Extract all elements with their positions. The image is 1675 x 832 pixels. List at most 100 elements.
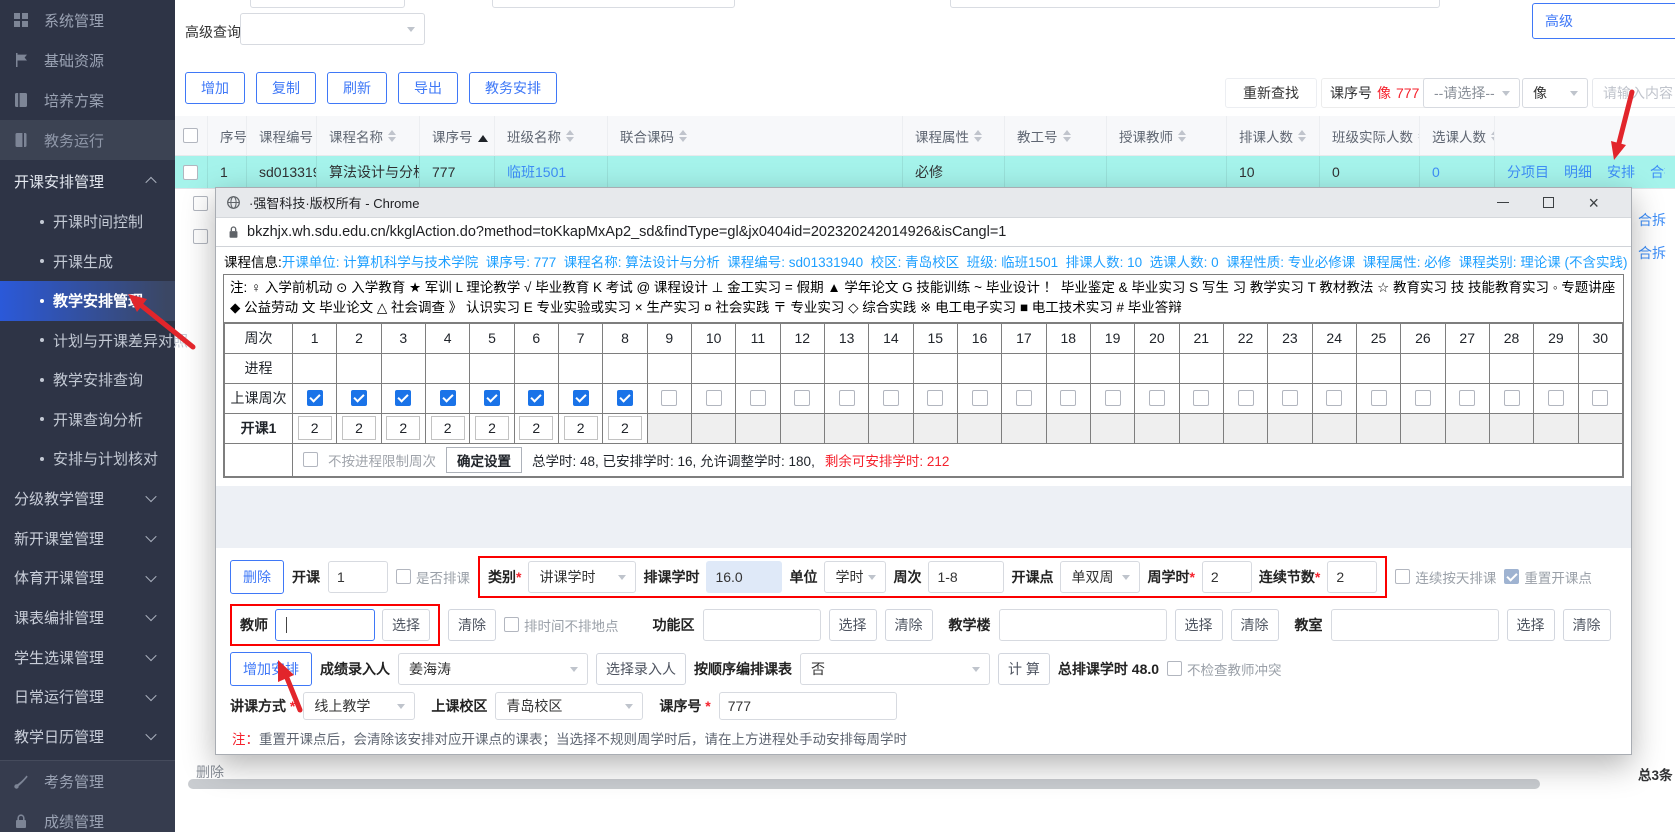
minimize-icon[interactable] xyxy=(1497,202,1509,204)
re-search-button[interactable]: 重新查找 xyxy=(1225,78,1317,108)
sidebar-module[interactable]: 基础资源 xyxy=(0,40,175,80)
week-hours-input[interactable]: 2 xyxy=(298,416,332,440)
sidebar-subitem[interactable]: 教学安排查询 xyxy=(0,360,175,400)
sort-icon[interactable] xyxy=(1063,126,1071,146)
toolbar-button-export[interactable]: 导出 xyxy=(398,72,458,104)
sidebar-group[interactable]: 教学日历管理 xyxy=(0,717,175,757)
week-checkbox[interactable] xyxy=(1149,390,1165,406)
toolbar-button-copy[interactable]: 复制 xyxy=(256,72,316,104)
week-checkbox[interactable] xyxy=(1548,390,1564,406)
building-select-button[interactable]: 选择 xyxy=(1175,609,1223,641)
sidebar-group-course-arrangement[interactable]: 开课安排管理 xyxy=(0,160,175,202)
filter-value-input[interactable]: 请输入内容 xyxy=(1592,78,1675,108)
building-input[interactable] xyxy=(999,609,1167,641)
teacher-select-button[interactable]: 选择 xyxy=(382,609,430,641)
grader-select[interactable]: 姜海涛 xyxy=(398,653,588,685)
week-checkbox[interactable] xyxy=(528,390,544,406)
filter-field-select[interactable]: --请选择-- xyxy=(1423,78,1520,108)
week-hours-input[interactable]: 2 xyxy=(431,416,465,440)
week-checkbox[interactable] xyxy=(1415,390,1431,406)
column-header[interactable]: 选课人数 xyxy=(1420,116,1495,155)
week-hours-input[interactable]: 2 xyxy=(342,416,376,440)
func-area-clear-button[interactable]: 清除 xyxy=(885,609,933,641)
week-checkbox[interactable] xyxy=(1459,390,1475,406)
week-checkbox[interactable] xyxy=(750,390,766,406)
column-header[interactable]: 序号 xyxy=(208,116,247,155)
by-day-checkbox[interactable] xyxy=(1395,569,1410,584)
add-arrangement-button[interactable]: 增加安排 xyxy=(230,652,312,686)
classroom-select-button[interactable]: 选择 xyxy=(1507,609,1555,641)
teacher-clear-button[interactable]: 清除 xyxy=(448,609,496,641)
column-header[interactable]: 排课人数 xyxy=(1227,116,1320,155)
sidebar-module[interactable]: 系统管理 xyxy=(0,0,175,40)
course-no-input[interactable]: 777 xyxy=(719,692,897,720)
sort-icon[interactable] xyxy=(566,126,574,146)
sidebar-subitem[interactable]: 计划与开课差异对照 xyxy=(0,321,175,361)
sort-icon[interactable] xyxy=(1178,126,1186,146)
sidebar-group[interactable]: 体育开课管理 xyxy=(0,558,175,598)
column-header[interactable]: 班级名称 xyxy=(495,116,608,155)
sidebar-module[interactable]: 考务管理 xyxy=(0,761,175,801)
session-number-input[interactable]: 1 xyxy=(328,561,388,593)
action-link-arrange[interactable]: 安排 xyxy=(1607,162,1635,182)
building-clear-button[interactable]: 清除 xyxy=(1231,609,1279,641)
select-all-checkbox[interactable] xyxy=(183,128,198,143)
category-select[interactable]: 讲课学时 xyxy=(528,561,636,593)
calculate-button[interactable]: 计 算 xyxy=(998,653,1050,685)
maximize-icon[interactable] xyxy=(1543,197,1554,208)
schedule-checkbox[interactable] xyxy=(396,569,411,584)
point-select[interactable]: 单双周 xyxy=(1060,561,1140,593)
sidebar-module[interactable]: 教务运行 xyxy=(0,120,175,160)
week-checkbox[interactable] xyxy=(1105,390,1121,406)
week-checkbox[interactable] xyxy=(484,390,500,406)
sidebar-subitem[interactable]: 开课时间控制 xyxy=(0,202,175,242)
table-row[interactable]: 1sd01331940算法设计与分析777临班1501必修1000分项目明细安排… xyxy=(175,156,1675,189)
search-field-fragment[interactable] xyxy=(250,0,405,8)
toolbar-button-add[interactable]: 增加 xyxy=(185,72,245,104)
teacher-input[interactable] xyxy=(275,609,375,641)
sidebar-subitem[interactable]: 开课查询分析 xyxy=(0,400,175,440)
week-checkbox[interactable] xyxy=(1371,390,1387,406)
week-hours-input[interactable]: 2 xyxy=(519,416,553,440)
popup-title-bar[interactable]: ·强智科技·版权所有 - Chrome × xyxy=(216,188,1631,218)
week-checkbox[interactable] xyxy=(1504,390,1520,406)
week-checkbox[interactable] xyxy=(617,390,633,406)
search-field-fragment[interactable] xyxy=(950,0,1440,8)
sidebar-module[interactable]: 成绩管理 xyxy=(0,801,175,832)
weekly-hours-input[interactable]: 2 xyxy=(1202,561,1252,593)
merge-split-link[interactable]: 合拆 xyxy=(1638,243,1666,263)
grader-pick-button[interactable]: 选择录入人 xyxy=(596,653,686,685)
column-header[interactable]: 课程属性 xyxy=(903,116,1005,155)
classroom-input[interactable] xyxy=(1331,609,1499,641)
week-checkbox[interactable] xyxy=(839,390,855,406)
limit-weeks-checkbox[interactable] xyxy=(303,452,318,467)
week-checkbox[interactable] xyxy=(573,390,589,406)
column-header[interactable]: 教工号 xyxy=(1005,116,1107,155)
func-area-input[interactable] xyxy=(703,609,821,641)
filter-operator-select[interactable]: 像 xyxy=(1522,78,1588,108)
conflict-checkbox[interactable] xyxy=(1167,661,1182,676)
action-link-split-item[interactable]: 分项目 xyxy=(1507,162,1549,182)
column-header[interactable]: 授课教师 xyxy=(1107,116,1227,155)
delete-arrangement-button[interactable]: 删除 xyxy=(230,560,284,594)
column-header[interactable]: 课程名称 xyxy=(317,116,420,155)
class-name-link[interactable]: 临班1501 xyxy=(507,162,566,182)
week-checkbox[interactable] xyxy=(706,390,722,406)
week-checkbox[interactable] xyxy=(1193,390,1209,406)
action-link-detail[interactable]: 明细 xyxy=(1564,162,1592,182)
week-checkbox[interactable] xyxy=(1282,390,1298,406)
row-checkbox[interactable] xyxy=(193,229,208,244)
sort-icon[interactable] xyxy=(388,126,396,146)
row-checkbox[interactable] xyxy=(193,196,208,211)
close-icon[interactable]: × xyxy=(1588,194,1599,212)
sort-icon[interactable] xyxy=(1298,126,1306,146)
week-checkbox[interactable] xyxy=(440,390,456,406)
sidebar-group[interactable]: 日常运行管理 xyxy=(0,677,175,717)
sidebar-module[interactable]: 培养方案 xyxy=(0,80,175,120)
week-checkbox[interactable] xyxy=(661,390,677,406)
sidebar-subitem[interactable]: 开课生成 xyxy=(0,242,175,282)
column-header[interactable]: 班级实际人数 xyxy=(1320,116,1420,155)
week-hours-input[interactable]: 2 xyxy=(564,416,598,440)
sidebar-group[interactable]: 课表编排管理 xyxy=(0,598,175,638)
week-hours-input[interactable]: 2 xyxy=(608,416,642,440)
